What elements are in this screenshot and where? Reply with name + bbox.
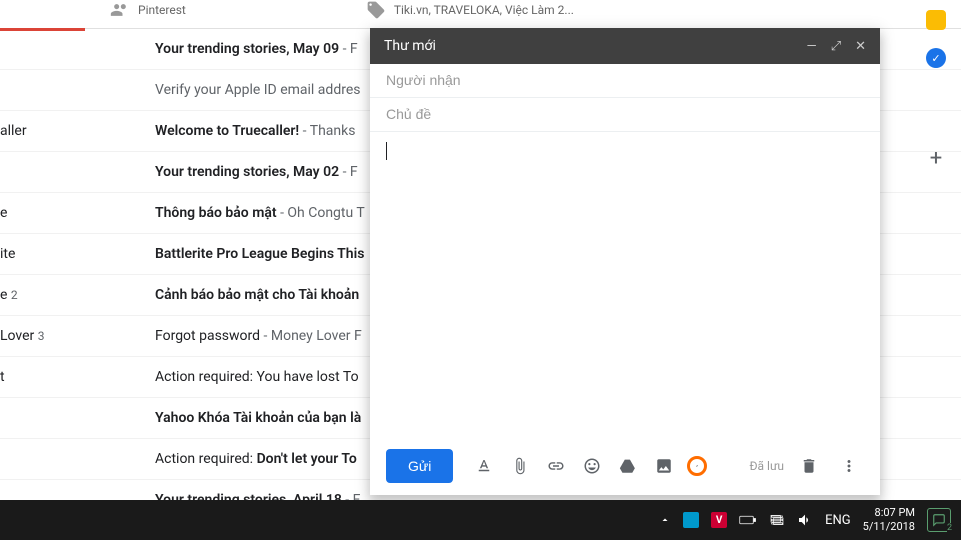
- email-sender: [0, 451, 155, 467]
- compose-window: Thư mới — ⤢ ✕ Gửi: [370, 28, 880, 495]
- minimize-icon[interactable]: —: [807, 39, 817, 54]
- recipients-input[interactable]: [386, 72, 864, 88]
- email-sender: ite: [0, 246, 155, 262]
- photo-icon[interactable]: [654, 456, 674, 476]
- format-icon[interactable]: [474, 456, 494, 476]
- language-indicator[interactable]: ENG: [825, 513, 851, 528]
- email-sender: [0, 41, 155, 57]
- social-tab[interactable]: Pinterest: [110, 0, 186, 20]
- drive-icon[interactable]: [618, 456, 638, 476]
- tray-app-icon[interactable]: [683, 512, 699, 528]
- subject-field[interactable]: [370, 98, 880, 132]
- side-panel: ✓ +: [911, 10, 961, 171]
- email-sender: Lover 3: [0, 328, 155, 344]
- volume-icon[interactable]: [797, 512, 813, 528]
- tab-indicator: [0, 28, 85, 31]
- add-panel-icon[interactable]: +: [930, 146, 942, 171]
- recipients-field[interactable]: [370, 64, 880, 98]
- attach-icon[interactable]: [510, 456, 530, 476]
- date-text: 5/11/2018: [863, 520, 915, 534]
- keep-icon[interactable]: [926, 10, 946, 30]
- link-icon[interactable]: [546, 456, 566, 476]
- subject-input[interactable]: [386, 106, 864, 122]
- fullscreen-icon[interactable]: ⤢: [831, 39, 841, 54]
- text-cursor: [386, 142, 387, 160]
- time-text: 8:07 PM: [863, 506, 915, 520]
- taskbar-clock[interactable]: 8:07 PM 5/11/2018: [863, 506, 915, 535]
- emoji-icon[interactable]: [582, 456, 602, 476]
- email-sender: aller: [0, 123, 155, 139]
- email-sender: t: [0, 369, 155, 385]
- email-sender: e 2: [0, 287, 155, 303]
- saved-label: Đã lưu: [749, 459, 784, 473]
- confidential-mode-icon[interactable]: [687, 456, 707, 476]
- compose-title: Thư mới: [384, 38, 807, 54]
- send-button[interactable]: Gửi: [386, 449, 453, 483]
- promotions-tab-text: Tiki.vn, TRAVELOKA, Việc Làm 2...: [394, 3, 574, 17]
- compose-header[interactable]: Thư mới — ⤢ ✕: [370, 28, 880, 64]
- compose-toolbar: Gửi Đã lưu: [370, 437, 880, 495]
- network-icon[interactable]: [769, 512, 785, 528]
- battery-icon[interactable]: [739, 514, 757, 526]
- email-sender: e: [0, 205, 155, 221]
- tag-icon: [366, 0, 386, 20]
- email-sender: [0, 82, 155, 98]
- category-tabs: Pinterest Tiki.vn, TRAVELOKA, Việc Làm 2…: [0, 0, 961, 29]
- notification-center[interactable]: 2: [927, 508, 951, 532]
- tasks-icon[interactable]: ✓: [926, 48, 946, 68]
- windows-taskbar[interactable]: V ENG 8:07 PM 5/11/2018 2: [0, 500, 961, 540]
- social-tab-text: Pinterest: [138, 3, 186, 17]
- promotions-tab[interactable]: Tiki.vn, TRAVELOKA, Việc Làm 2...: [366, 0, 574, 20]
- tray-chevron-icon[interactable]: [659, 514, 671, 526]
- people-icon: [110, 0, 130, 20]
- tray-app-icon-2[interactable]: V: [711, 512, 727, 528]
- email-sender: [0, 410, 155, 426]
- email-sender: [0, 164, 155, 180]
- trash-icon[interactable]: [799, 456, 819, 476]
- more-icon[interactable]: [839, 456, 859, 476]
- compose-body[interactable]: [370, 132, 880, 437]
- close-icon[interactable]: ✕: [855, 39, 866, 54]
